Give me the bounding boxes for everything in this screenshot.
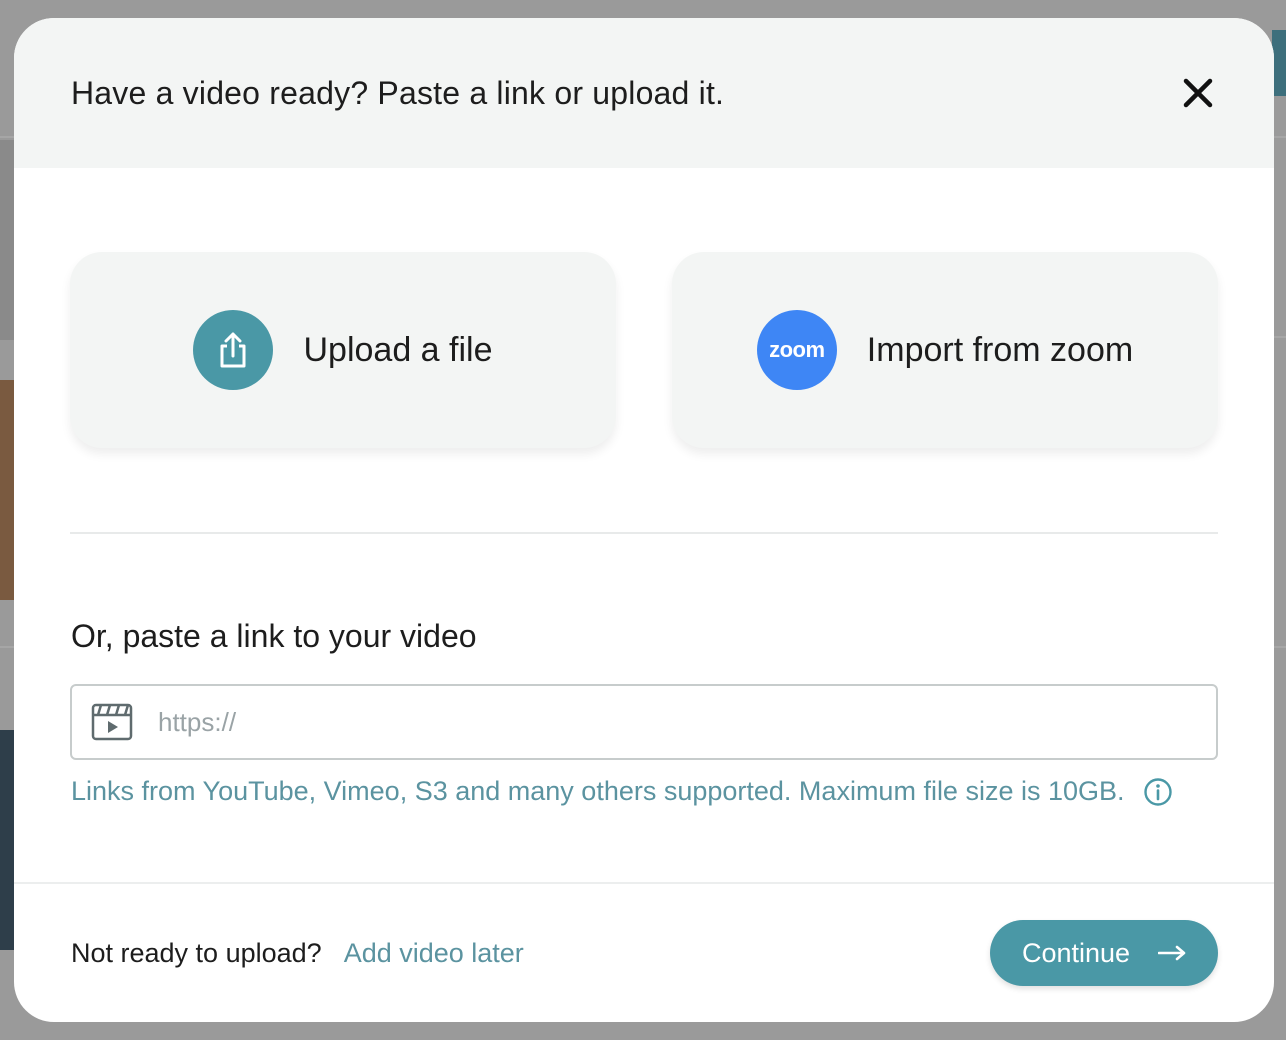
upload-video-modal: Have a video ready? Paste a link or uplo… (14, 18, 1274, 1022)
video-clapper-icon (91, 703, 133, 741)
continue-label: Continue (1021, 937, 1131, 968)
modal-footer: Not ready to upload? Add video later Con… (71, 920, 1218, 986)
zoom-logo-icon: zoom (756, 310, 837, 390)
section-divider (70, 532, 1218, 534)
close-button[interactable] (1178, 73, 1218, 113)
paste-link-heading: Or, paste a link to your video (71, 618, 477, 654)
footer-divider (14, 882, 1274, 884)
upload-file-label: Upload a file (303, 330, 493, 369)
import-zoom-label: Import from zoom (866, 330, 1134, 369)
info-icon[interactable] (1143, 777, 1173, 807)
close-icon (1183, 78, 1213, 108)
upload-options: Upload a file zoom Import from zoom (70, 252, 1218, 448)
footer-left: Not ready to upload? Add video later (71, 938, 524, 969)
zoom-logo-text: zoom (769, 337, 825, 362)
not-ready-text: Not ready to upload? (71, 937, 322, 968)
link-help-row: Links from YouTube, Vimeo, S3 and many o… (71, 776, 1173, 807)
continue-button[interactable]: Continue (990, 920, 1218, 986)
modal-header: Have a video ready? Paste a link or uplo… (14, 18, 1274, 168)
video-link-field[interactable] (70, 684, 1218, 760)
link-help-text: Links from YouTube, Vimeo, S3 and many o… (71, 776, 1125, 806)
modal-title: Have a video ready? Paste a link or uplo… (71, 74, 725, 111)
add-video-later-link[interactable]: Add video later (344, 938, 524, 969)
arrow-right-icon (1158, 945, 1186, 961)
upload-icon (220, 332, 246, 368)
upload-icon-circle (193, 310, 274, 390)
video-link-input[interactable] (158, 706, 1158, 738)
background-button (1272, 30, 1286, 96)
import-zoom-button[interactable]: zoom Import from zoom (672, 252, 1218, 448)
upload-file-button[interactable]: Upload a file (70, 252, 616, 448)
